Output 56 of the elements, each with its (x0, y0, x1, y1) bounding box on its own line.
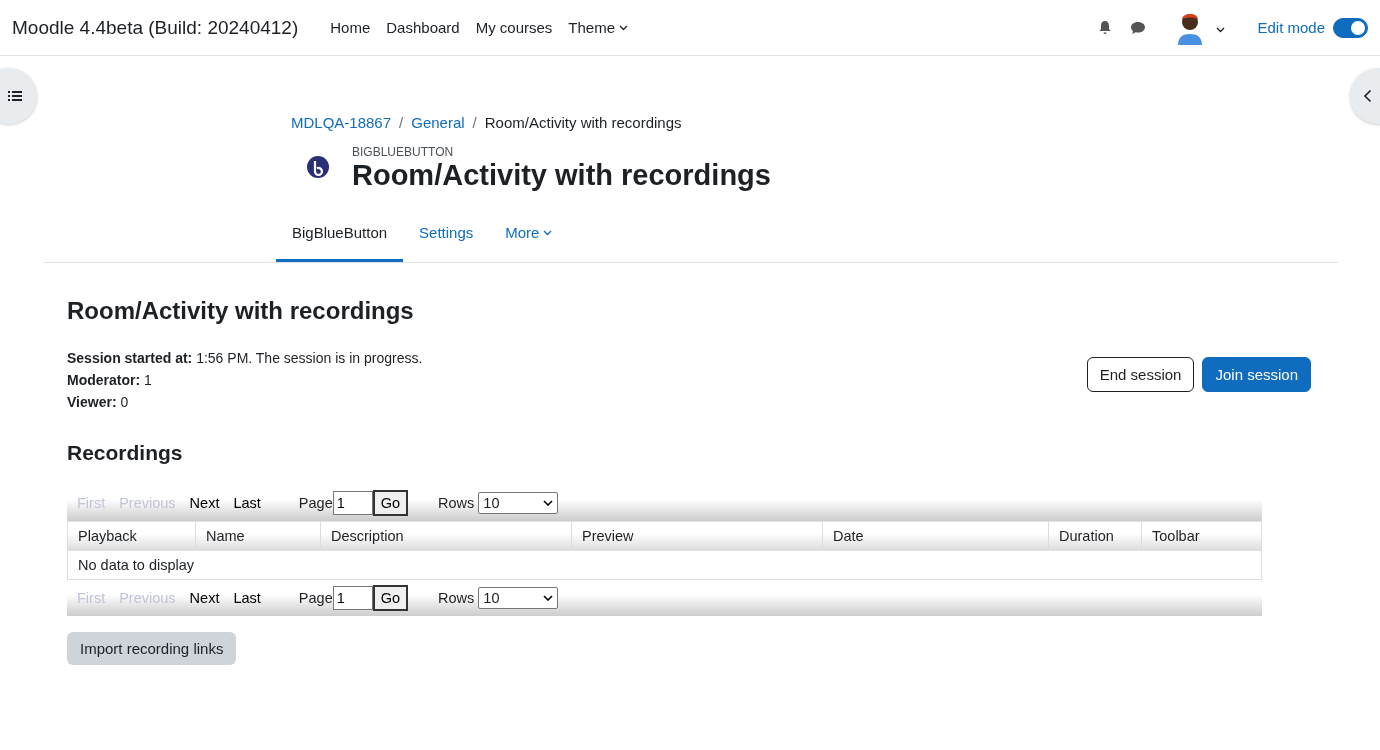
edit-mode-label: Edit mode (1257, 19, 1325, 36)
go-button[interactable]: Go (372, 585, 409, 612)
session-info-line: Moderator: 1 (67, 371, 153, 391)
site-name[interactable]: Moodle 4.4beta (Build: 20240412) (12, 16, 299, 39)
recordings-heading: Recordings (67, 441, 184, 466)
page-label: Page (298, 590, 333, 607)
pager-link[interactable]: Next (189, 495, 220, 512)
breadcrumb-item: Room/Activity with recordings (484, 114, 682, 131)
page-input[interactable]: 1 (332, 586, 373, 611)
nav-link[interactable]: Dashboard (378, 19, 468, 36)
import-button[interactable]: Import recording links (67, 632, 237, 666)
rows-select[interactable]: 10 (478, 492, 559, 515)
session-info-line: Session started at: 1:56 PM. The session is in progress. (67, 349, 423, 369)
caret-icon (1216, 27, 1226, 33)
nav-tab[interactable]: More (489, 214, 569, 263)
nav-tab[interactable]: BigBlueButton (276, 214, 404, 263)
caret-icon (543, 229, 553, 236)
column-header: Description (320, 522, 571, 551)
page-heading: Room/Activity with recordings (67, 297, 415, 326)
pager-link[interactable]: Last (233, 495, 261, 512)
nav-link[interactable]: Theme (560, 19, 637, 36)
column-header: Toolbar (1141, 522, 1261, 551)
pager-link[interactable]: Last (233, 590, 261, 607)
column-header: Date (822, 522, 1048, 551)
activity-type-label: BIGBLUEBUTTON (352, 145, 455, 159)
column-header: Duration (1048, 522, 1141, 551)
column-header: Playback (77, 527, 138, 547)
nav-tab[interactable]: Settings (403, 214, 490, 263)
breadcrumb-separator: / (399, 114, 404, 131)
breadcrumb-item[interactable]: General (411, 114, 465, 131)
breadcrumb-separator: / (472, 114, 477, 131)
page-label: Page (298, 495, 333, 512)
session-info-line: Viewer: 0 (67, 393, 130, 413)
pager-link[interactable]: Next (189, 590, 220, 607)
edit-mode-toggle[interactable] (1333, 17, 1368, 38)
column-header: Name (195, 522, 320, 551)
rows-label: Rows (438, 590, 475, 607)
page-input[interactable]: 1 (332, 491, 373, 516)
chevron-down-icon (543, 595, 554, 602)
rows-select[interactable]: 10 (478, 587, 559, 610)
chevron-left-icon (1363, 89, 1372, 103)
rows-label: Rows (438, 495, 475, 512)
session-button[interactable]: Join session (1202, 357, 1311, 393)
activity-title: Room/Activity with recordings (352, 159, 771, 193)
bell-icon[interactable] (1098, 20, 1113, 35)
session-button[interactable]: End session (1086, 357, 1195, 393)
nav-link[interactable]: My courses (467, 19, 561, 36)
breadcrumb-item[interactable]: MDLQA-18867 (291, 114, 392, 131)
chat-icon[interactable] (1130, 20, 1147, 35)
list-icon (8, 90, 22, 102)
activity-icon (306, 155, 330, 179)
column-header: Preview (571, 522, 822, 551)
nav-link[interactable]: Home (322, 19, 379, 36)
caret-icon (619, 24, 629, 31)
chevron-down-icon (543, 500, 554, 507)
go-button[interactable]: Go (372, 490, 409, 517)
